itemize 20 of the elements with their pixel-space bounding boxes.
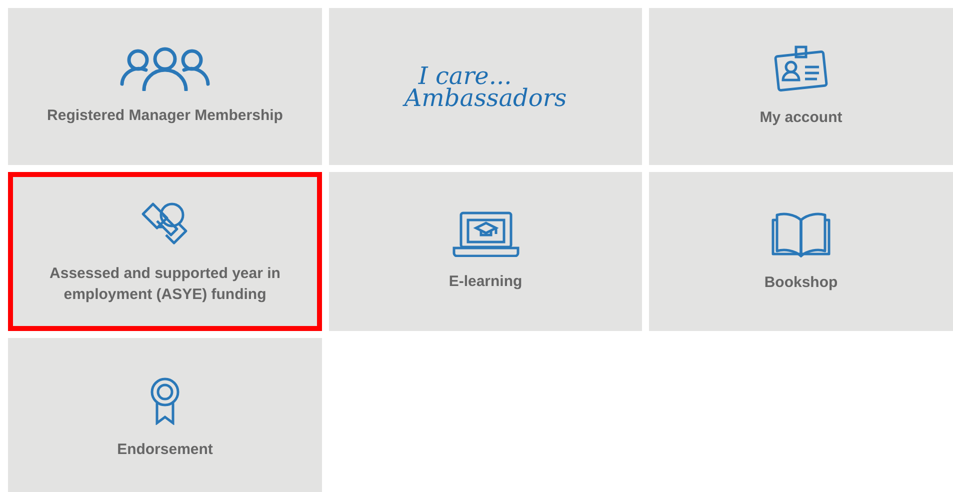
menu-tile[interactable]: E-learning <box>329 172 642 331</box>
menu-tile[interactable]: Registered Manager Membership <box>8 8 322 165</box>
menu-tile[interactable]: Endorsement <box>8 338 322 492</box>
people-icon <box>119 47 211 91</box>
logo-text: I care... <box>418 64 512 86</box>
tile-label: My account <box>760 108 842 128</box>
menu-tile[interactable]: Bookshop <box>649 172 953 331</box>
tile-label: Bookshop <box>764 273 838 293</box>
tile-label: Registered Manager Membership <box>47 106 283 126</box>
menu-tile[interactable]: My account <box>649 8 953 165</box>
logo-text: Ambassadors <box>404 86 567 108</box>
laptop-icon <box>452 211 520 257</box>
menu-tile[interactable]: Assessed and supported year in employment (ASYE) funding <box>8 172 322 331</box>
rosette-icon <box>148 376 182 424</box>
id-card-icon <box>774 45 828 93</box>
menu-tile[interactable]: I care... Ambassadors <box>329 8 642 165</box>
tile-label: E-learning <box>448 272 522 292</box>
tile-label: Assessed and supported year in employment (ASYE) funding <box>48 264 282 304</box>
book-icon <box>771 210 831 258</box>
tile-label: Endorsement <box>117 440 213 460</box>
